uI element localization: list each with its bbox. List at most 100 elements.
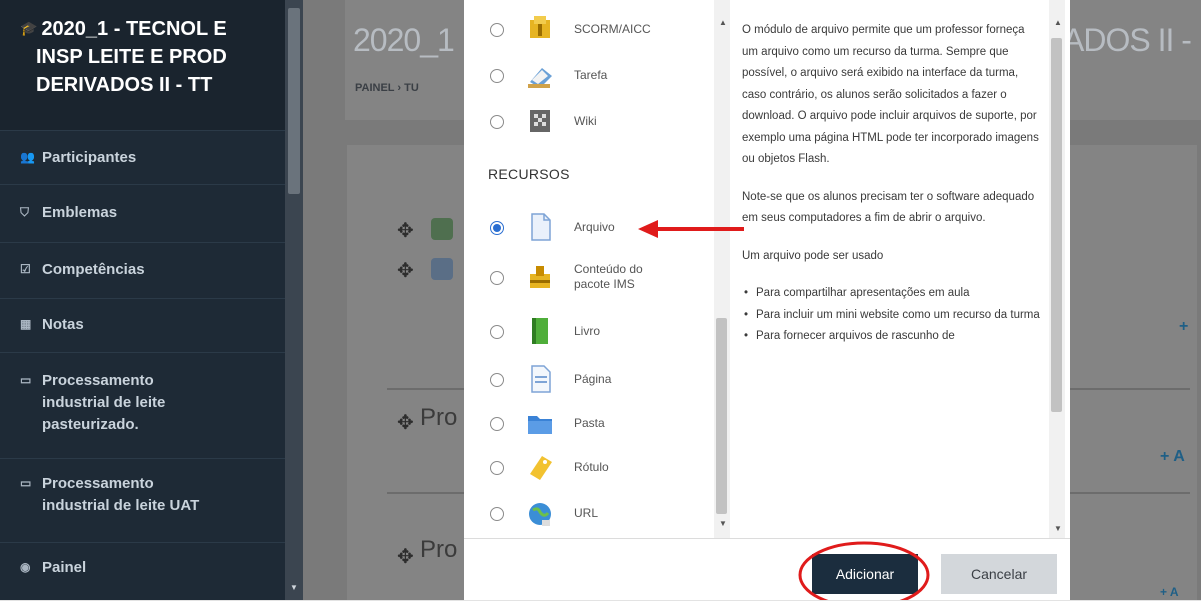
description-paragraph: O módulo de arquivo permite que um profe… [742,24,1039,165]
header-card [1060,0,1201,120]
scroll-up-arrow-icon[interactable]: ▲ [1054,18,1062,27]
move-icon[interactable]: ✥ [397,544,414,569]
radio-button[interactable] [490,417,504,431]
scroll-down-arrow-icon[interactable]: ▼ [1054,524,1062,533]
sidebar-item-label: Emblemas [42,204,118,221]
resources-heading: RECURSOS [488,166,570,182]
radio-button[interactable] [490,325,504,339]
wiki-icon [530,110,550,132]
description-paragraph: Um arquivo pode ser usado [742,249,884,262]
option-livro[interactable]: Livro [464,310,714,354]
move-icon[interactable]: ✥ [397,410,414,435]
description-list-item: Para fornecer arquivos de rascunho de [742,326,1042,348]
label-line: Processamento [42,372,154,389]
sidebar-item-notas[interactable]: ▦ Notas [0,298,285,352]
label-line: pacote IMS [574,277,635,291]
file-icon [531,213,551,241]
page-bottom-edge [0,600,1201,610]
shield-icon: ⛉ [20,205,30,219]
radio-button[interactable] [490,23,504,37]
sidebar-item-label: Painel [42,559,87,576]
radio-button[interactable] [490,507,504,521]
section-title[interactable]: Pro [420,536,457,564]
sidebar-item-painel[interactable]: ◉ Painel [0,542,285,590]
label-icon [530,456,552,480]
label-line: pasteurizado. [42,416,139,433]
option-pasta[interactable]: Pasta [464,402,714,446]
section-divider [1060,388,1190,390]
description-paragraph: Note-se que os alunos precisam ter o sof… [742,190,1035,225]
users-icon: 👥 [20,150,35,164]
description-list-item: Para compartilhar apresentações em aula [742,283,1042,305]
option-ims-package[interactable]: Conteúdo do pacote IMS [464,256,714,300]
sidebar-item-label: Notas [42,316,84,333]
ims-package-icon [530,266,550,288]
radio-button[interactable] [490,115,504,129]
sidebar-item-label: Processamento industrial de leite pasteu… [42,370,165,436]
description-list: Para compartilhar apresentações em aula … [742,283,1042,348]
description-scrollbar-thumb[interactable] [1051,38,1062,412]
radio-button[interactable] [490,461,504,475]
scroll-down-arrow-icon[interactable]: ▼ [719,519,727,528]
module-description: O módulo de arquivo permite que um profe… [742,20,1042,538]
sidebar-item-section-uat[interactable]: ▭ Processamento industrial de leite UAT [0,458,285,542]
activity-list: SCORM/AICC Tarefa Wiki RECURSOS Arquivo [464,0,736,540]
sidebar: 🎓 2020_1 - TECNOL E INSP LEITE E PROD DER… [0,0,285,600]
sidebar-item-competencias[interactable]: ☑ Competências [0,242,285,298]
radio-button[interactable] [490,373,504,387]
option-rotulo[interactable]: Rótulo [464,446,714,490]
dialog-footer: Adicionar Cancelar [464,538,1070,600]
section-divider [1060,492,1190,494]
option-label: Livro [574,324,601,338]
radio-button-selected[interactable] [490,221,504,235]
add-activity-button[interactable]: + [1179,318,1188,336]
option-scorm[interactable]: SCORM/AICC [464,8,714,52]
label-line: industrial de leite [42,394,166,411]
folder-icon [528,416,552,434]
radio-button[interactable] [490,271,504,285]
option-label: Página [574,372,612,386]
option-label: URL [574,506,599,520]
scroll-up-arrow-icon[interactable]: ▲ [719,18,727,27]
table-icon: ▦ [20,317,32,331]
course-title[interactable]: 🎓 2020_1 - TECNOL E INSP LEITE E PROD DER… [0,0,285,130]
section-title[interactable]: Pro [420,404,457,432]
course-title-line: INSP LEITE E PROD [36,46,227,68]
option-pagina[interactable]: Página [464,358,714,402]
cancel-button[interactable]: Cancelar [941,554,1057,594]
breadcrumb[interactable]: PAINEL › TU [355,82,419,94]
course-title-line: DERIVADOS II - TT [36,74,213,96]
sidebar-item-emblemas[interactable]: ⛉ Emblemas [0,184,285,242]
activity-icon [431,258,453,280]
move-icon[interactable]: ✥ [397,258,414,283]
sidebar-item-label: Participantes [42,149,137,166]
scroll-down-arrow-icon[interactable]: ▼ [290,583,298,592]
label-line: industrial de leite UAT [42,497,200,514]
add-activity-link[interactable]: + A [1160,585,1179,599]
list-scrollbar-thumb[interactable] [716,318,727,514]
option-label: Tarefa [574,68,608,82]
forum-icon [431,218,453,240]
page-icon [531,365,551,393]
move-icon[interactable]: ✥ [397,218,414,243]
graduation-cap-icon: 🎓 [20,20,38,36]
sidebar-item-section-pasteurizado[interactable]: ▭ Processamento industrial de leite past… [0,352,285,458]
option-url[interactable]: URL [464,492,714,536]
assignment-icon [528,68,552,88]
sidebar-item-participantes[interactable]: 👥 Participantes [0,130,285,184]
activity-chooser-dialog: SCORM/AICC Tarefa Wiki RECURSOS Arquivo [464,0,1070,600]
option-label: Rótulo [574,460,609,474]
sidebar-scrollbar-thumb[interactable] [288,8,300,194]
option-tarefa[interactable]: Tarefa [464,54,714,98]
description-list-item: Para incluir um mini website como um rec… [742,305,1042,327]
add-activity-link[interactable]: + A [1160,448,1185,466]
option-label: Arquivo [574,220,615,234]
dashboard-icon: ◉ [20,560,31,574]
option-wiki[interactable]: Wiki [464,100,714,144]
page-title-suffix: ADOS II - [1063,22,1192,58]
course-title-line: 2020_1 - TECNOL E [41,18,227,40]
radio-button[interactable] [490,69,504,83]
sidebar-item-label: Processamento industrial de leite UAT [42,473,199,517]
book-icon [532,318,548,344]
folder-icon: ▭ [20,476,32,490]
